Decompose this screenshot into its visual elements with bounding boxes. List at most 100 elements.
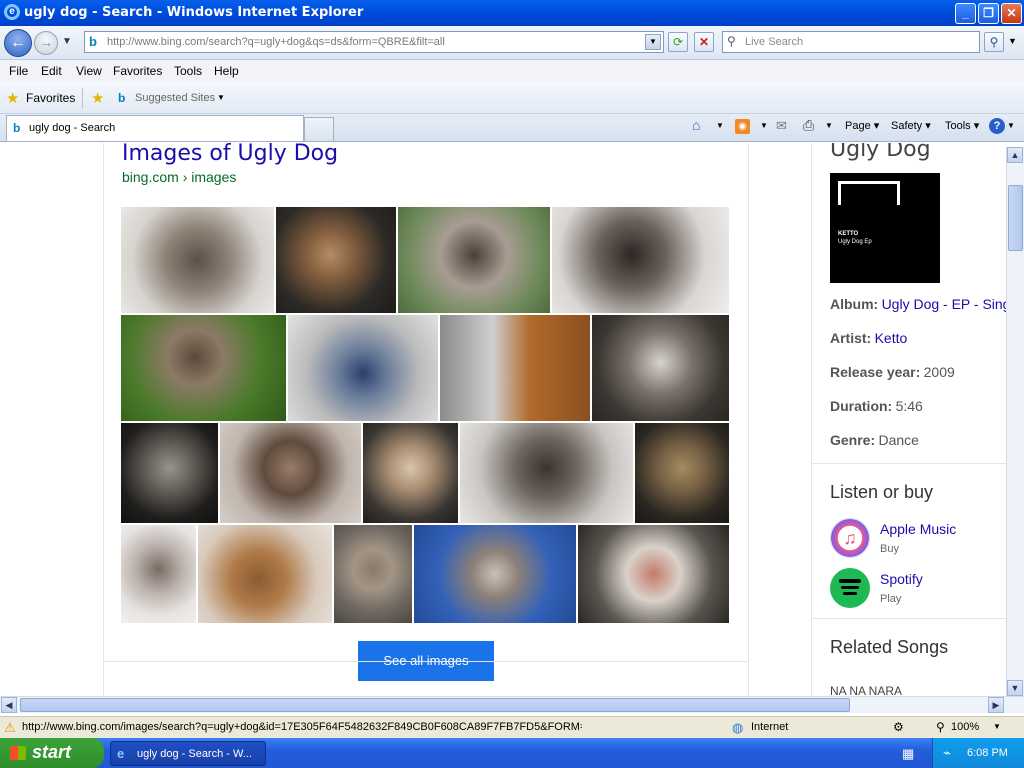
dog-image[interactable] xyxy=(440,315,590,421)
scroll-thumb[interactable] xyxy=(20,698,850,712)
menu-tools[interactable]: Tools xyxy=(174,64,202,78)
home-dropdown[interactable]: ▼ xyxy=(716,121,724,130)
images-title-link[interactable]: Images of Ugly Dog xyxy=(122,143,338,166)
menu-help[interactable]: Help xyxy=(214,64,239,78)
ie-taskbar-icon: e xyxy=(117,746,125,761)
spotify-bar xyxy=(839,579,861,583)
dog-image[interactable] xyxy=(121,315,286,421)
spotify-link[interactable]: Spotify xyxy=(880,571,923,587)
search-options-dropdown[interactable]: ▼ xyxy=(1008,36,1017,46)
address-bar[interactable]: b http://www.bing.com/search?q=ugly+dog&… xyxy=(84,31,664,53)
scroll-up-arrow[interactable]: ▲ xyxy=(1007,147,1023,163)
album-link[interactable]: Ugly Dog - EP - Sing xyxy=(882,296,1008,312)
protected-mode-icon[interactable]: ⚙ xyxy=(893,720,904,734)
zoom-level[interactable]: 100% xyxy=(951,721,979,733)
vertical-scrollbar[interactable]: ▲ ▼ xyxy=(1006,147,1024,696)
menu-file[interactable]: File xyxy=(9,64,28,78)
artist-row: Artist: Ketto xyxy=(830,330,907,346)
scroll-right-arrow[interactable]: ▶ xyxy=(988,697,1004,713)
refresh-button[interactable]: ⟳ xyxy=(668,32,688,52)
zoom-icon[interactable]: ⚲ xyxy=(936,720,945,734)
dog-image[interactable] xyxy=(398,207,550,313)
dog-image[interactable] xyxy=(578,525,729,623)
artist-label: Artist: xyxy=(830,330,872,346)
address-input[interactable]: http://www.bing.com/search?q=ugly+dog&qs… xyxy=(107,36,445,48)
dog-image[interactable] xyxy=(592,315,729,421)
scroll-left-arrow[interactable]: ◀ xyxy=(1,697,17,713)
dog-image[interactable] xyxy=(414,525,576,623)
tab-ugly-dog-search[interactable]: b ugly dog - Search xyxy=(6,115,304,141)
maximize-button[interactable]: ❐ xyxy=(978,3,999,24)
forward-button[interactable]: → xyxy=(34,31,58,55)
menu-favorites[interactable]: Favorites xyxy=(113,64,162,78)
menu-edit[interactable]: Edit xyxy=(41,64,62,78)
bing-favicon-icon: b xyxy=(89,34,97,49)
security-zone: Internet xyxy=(751,721,789,733)
release-row: Release year: 2009 xyxy=(830,364,955,380)
print-icon[interactable]: ⎙ xyxy=(803,117,814,134)
favorites-bar: ★ Favorites ★ b Suggested Sites ▼ xyxy=(0,82,1024,114)
album-art[interactable]: KETTO Ugly Dog Ep xyxy=(830,173,940,283)
help-dropdown[interactable]: ▼ xyxy=(1007,121,1015,130)
recent-pages-dropdown[interactable]: ▼ xyxy=(62,36,72,47)
scroll-thumb[interactable] xyxy=(1008,185,1023,251)
scroll-down-arrow[interactable]: ▼ xyxy=(1007,680,1023,696)
zoom-dropdown[interactable]: ▼ xyxy=(993,722,1001,731)
dog-image[interactable] xyxy=(552,207,729,313)
back-button[interactable]: ← xyxy=(4,29,32,57)
spotify-icon[interactable] xyxy=(830,568,870,608)
suggested-sites-dropdown[interactable]: ▼ xyxy=(217,93,225,102)
add-to-favorites-icon[interactable]: ★ xyxy=(91,89,104,107)
dog-image[interactable] xyxy=(276,207,396,313)
help-icon[interactable]: ? xyxy=(989,118,1005,134)
favorites-star-icon: ★ xyxy=(6,90,20,107)
related-song-item[interactable]: NA NA NARA xyxy=(830,684,902,696)
clock[interactable]: 6:08 PM xyxy=(967,747,1008,759)
dog-image[interactable] xyxy=(288,315,438,421)
status-bar: ⚠ http://www.bing.com/images/search?q=ug… xyxy=(0,716,1024,738)
new-tab-button[interactable] xyxy=(304,117,334,141)
taskbar-item-label: ugly dog - Search - W... xyxy=(137,748,252,760)
address-dropdown[interactable]: ▼ xyxy=(645,34,661,50)
print-dropdown[interactable]: ▼ xyxy=(825,121,833,130)
safety-menu[interactable]: Safety ▾ xyxy=(891,119,931,132)
close-button[interactable]: ✕ xyxy=(1001,3,1022,24)
dog-image[interactable] xyxy=(220,423,361,523)
start-button[interactable]: start xyxy=(0,738,104,768)
home-icon[interactable]: ⌂ xyxy=(692,117,700,133)
tools-menu[interactable]: Tools ▾ xyxy=(945,119,979,132)
spotify-bar xyxy=(843,592,857,595)
album-art-artist: KETTO xyxy=(838,231,859,237)
apple-music-action: Buy xyxy=(880,543,899,555)
page-menu[interactable]: Page ▾ xyxy=(845,119,879,132)
stop-button[interactable]: ✕ xyxy=(694,32,714,52)
dog-image[interactable] xyxy=(198,525,332,623)
dog-image[interactable] xyxy=(121,423,218,523)
network-tray-icon[interactable]: ⌁ xyxy=(943,745,951,761)
taskbar-item-ie[interactable]: e ugly dog - Search - W... xyxy=(110,741,266,766)
apple-music-icon[interactable]: ♫ xyxy=(830,518,870,558)
search-input[interactable]: Live Search xyxy=(745,36,803,48)
dog-image[interactable] xyxy=(121,207,274,313)
feeds-dropdown[interactable]: ▼ xyxy=(760,121,768,130)
live-search-box[interactable]: ⚲ Live Search xyxy=(722,31,980,53)
suggested-sites-link[interactable]: Suggested Sites xyxy=(135,92,215,104)
keyboard-tray-icon[interactable]: ▦ xyxy=(902,746,914,762)
dog-image[interactable] xyxy=(635,423,729,523)
artist-link[interactable]: Ketto xyxy=(875,330,908,346)
horizontal-scrollbar[interactable]: ◀ ▶ xyxy=(0,696,1024,713)
rss-feed-icon[interactable]: ◉ xyxy=(735,119,750,134)
dog-image[interactable] xyxy=(121,525,196,623)
dog-image[interactable] xyxy=(363,423,458,523)
minimize-button[interactable]: _ xyxy=(955,3,976,24)
mail-icon[interactable]: ✉ xyxy=(776,118,787,134)
apple-music-link[interactable]: Apple Music xyxy=(880,521,956,537)
dog-image[interactable] xyxy=(334,525,412,623)
menu-view[interactable]: View xyxy=(76,64,102,78)
ie-logo-icon: e xyxy=(4,4,20,20)
search-go-button[interactable]: ⚲ xyxy=(984,32,1004,52)
dog-image[interactable] xyxy=(460,423,633,523)
system-tray: ⌁ 6:08 PM xyxy=(932,738,1024,768)
favorites-button[interactable]: Favorites xyxy=(26,91,75,105)
internet-zone-icon: ◍ xyxy=(732,720,744,735)
